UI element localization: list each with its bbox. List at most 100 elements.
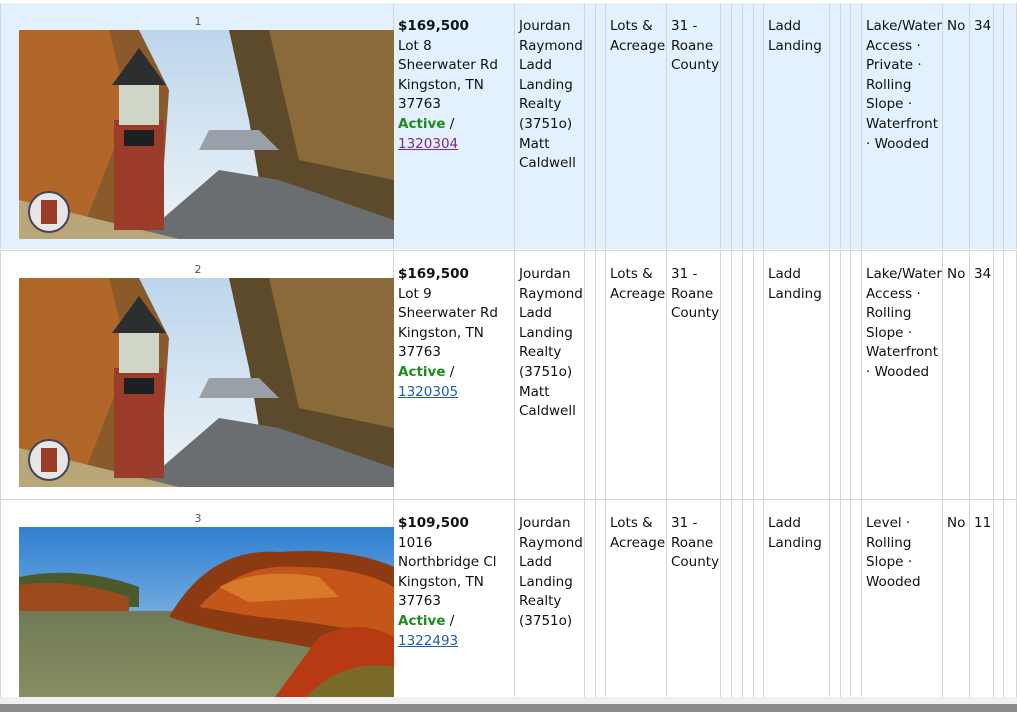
listing-address-city: Kingston, TN 37763 <box>398 324 484 361</box>
empty-cell <box>830 251 841 499</box>
hoa-flag: No <box>947 18 966 34</box>
empty-cell <box>721 500 732 705</box>
listing-agent: Jourdan Raymond Ladd Landing Realty (375… <box>519 515 583 629</box>
empty-cell <box>721 3 732 249</box>
table-row[interactable]: 2 $169,500 Lot 9 Sheerwater Rd Kingston,… <box>0 251 1017 499</box>
property-type: Lots & Acreage <box>610 515 666 551</box>
features-cell: Lake/Water Access · Private · Rolling Sl… <box>862 3 943 249</box>
listing-price: $169,500 <box>398 266 469 282</box>
lot-features: Level · Rolling Slope · Wooded <box>866 515 921 590</box>
table-row[interactable]: 1 $169,500 Lot 8 Sheerwater Rd Kingston,… <box>0 3 1017 249</box>
empty-cell <box>732 251 743 499</box>
table-row[interactable]: 3 $109,500 1016 Northbridge Cl Kingston,… <box>0 500 1017 705</box>
empty-cell <box>596 3 606 249</box>
mls-number-link[interactable]: 1320305 <box>398 384 458 400</box>
days-on-market-cell: 34 <box>970 251 994 499</box>
days-on-market-cell: 11 <box>970 500 994 705</box>
photo-cell: 3 <box>0 500 394 705</box>
row-number: 1 <box>194 15 202 28</box>
empty-cell <box>830 3 841 249</box>
empty-cell <box>596 251 606 499</box>
empty-cell <box>743 3 754 249</box>
agent-cell: Jourdan Raymond Ladd Landing Realty (375… <box>515 3 585 249</box>
status-badge: Active <box>398 363 446 380</box>
empty-cell <box>585 500 596 705</box>
county-cell: 31 - Roane County <box>667 3 721 249</box>
lot-features: Lake/Water Access · Rolling Slope · Wate… <box>866 266 942 380</box>
days-on-market: 34 <box>974 18 992 34</box>
status-badge: Active <box>398 612 446 629</box>
scrollbar-track[interactable] <box>0 697 1017 704</box>
county: 31 - Roane County <box>671 515 720 571</box>
empty-cell <box>732 500 743 705</box>
empty-cell <box>841 251 851 499</box>
listing-address-street: 1016 Northbridge Cl <box>398 534 497 571</box>
agent-cell: Jourdan Raymond Ladd Landing Realty (375… <box>515 251 585 499</box>
listing-info-cell: $169,500 Lot 9 Sheerwater Rd Kingston, T… <box>394 251 515 499</box>
hoa-flag: No <box>947 266 966 282</box>
empty-cell <box>1004 251 1017 499</box>
county-cell: 31 - Roane County <box>667 500 721 705</box>
row-number: 2 <box>194 263 202 276</box>
listing-price: $169,500 <box>398 18 469 34</box>
listing-photo[interactable] <box>19 278 394 487</box>
county: 31 - Roane County <box>671 266 720 322</box>
empty-cell <box>721 251 732 499</box>
empty-cell <box>994 500 1004 705</box>
horizontal-scrollbar[interactable] <box>0 704 1017 712</box>
county-cell: 31 - Roane County <box>667 251 721 499</box>
status-badge: Active <box>398 115 446 132</box>
listing-photo[interactable] <box>19 30 394 239</box>
listing-agent: Jourdan Raymond Ladd Landing Realty (375… <box>519 266 583 420</box>
property-type: Lots & Acreage <box>610 266 666 302</box>
days-on-market-cell: 34 <box>970 3 994 249</box>
property-type: Lots & Acreage <box>610 18 666 54</box>
separator: / <box>445 363 455 380</box>
hoa-cell: No <box>943 500 970 705</box>
empty-cell <box>743 500 754 705</box>
empty-cell <box>754 251 764 499</box>
empty-cell <box>841 500 851 705</box>
days-on-market: 34 <box>974 266 992 282</box>
listing-address-city: Kingston, TN 37763 <box>398 573 484 610</box>
listing-address-city: Kingston, TN 37763 <box>398 76 484 113</box>
listing-info-cell: $169,500 Lot 8 Sheerwater Rd Kingston, T… <box>394 3 515 249</box>
empty-cell <box>994 251 1004 499</box>
features-cell: Level · Rolling Slope · Wooded <box>862 500 943 705</box>
empty-cell <box>851 500 862 705</box>
empty-cell <box>1004 3 1017 249</box>
subdivision-cell: Ladd Landing <box>764 3 830 249</box>
empty-cell <box>754 500 764 705</box>
separator: / <box>445 612 455 629</box>
empty-cell <box>585 251 596 499</box>
separator: / <box>445 115 455 132</box>
photo-cell: 1 <box>0 3 394 249</box>
listing-address-street: Lot 8 Sheerwater Rd <box>398 37 498 74</box>
empty-cell <box>585 3 596 249</box>
empty-cell <box>743 251 754 499</box>
empty-cell <box>830 500 841 705</box>
agent-cell: Jourdan Raymond Ladd Landing Realty (375… <box>515 500 585 705</box>
county: 31 - Roane County <box>671 18 720 74</box>
empty-cell <box>1004 500 1017 705</box>
hoa-cell: No <box>943 251 970 499</box>
empty-cell <box>994 3 1004 249</box>
mls-number-link[interactable]: 1322493 <box>398 633 458 649</box>
listing-price: $109,500 <box>398 515 469 531</box>
empty-cell <box>754 3 764 249</box>
hoa-flag: No <box>947 515 966 531</box>
hoa-cell: No <box>943 3 970 249</box>
empty-cell <box>596 500 606 705</box>
empty-cell <box>851 3 862 249</box>
mls-number-link[interactable]: 1320304 <box>398 136 458 152</box>
listing-address-street: Lot 9 Sheerwater Rd <box>398 285 498 322</box>
empty-cell <box>732 3 743 249</box>
subdivision: Ladd Landing <box>768 515 822 551</box>
features-cell: Lake/Water Access · Rolling Slope · Wate… <box>862 251 943 499</box>
property-type-cell: Lots & Acreage <box>606 251 667 499</box>
property-type-cell: Lots & Acreage <box>606 3 667 249</box>
row-number: 3 <box>194 512 202 525</box>
listing-photo[interactable] <box>19 527 394 705</box>
empty-cell <box>841 3 851 249</box>
empty-cell <box>851 251 862 499</box>
